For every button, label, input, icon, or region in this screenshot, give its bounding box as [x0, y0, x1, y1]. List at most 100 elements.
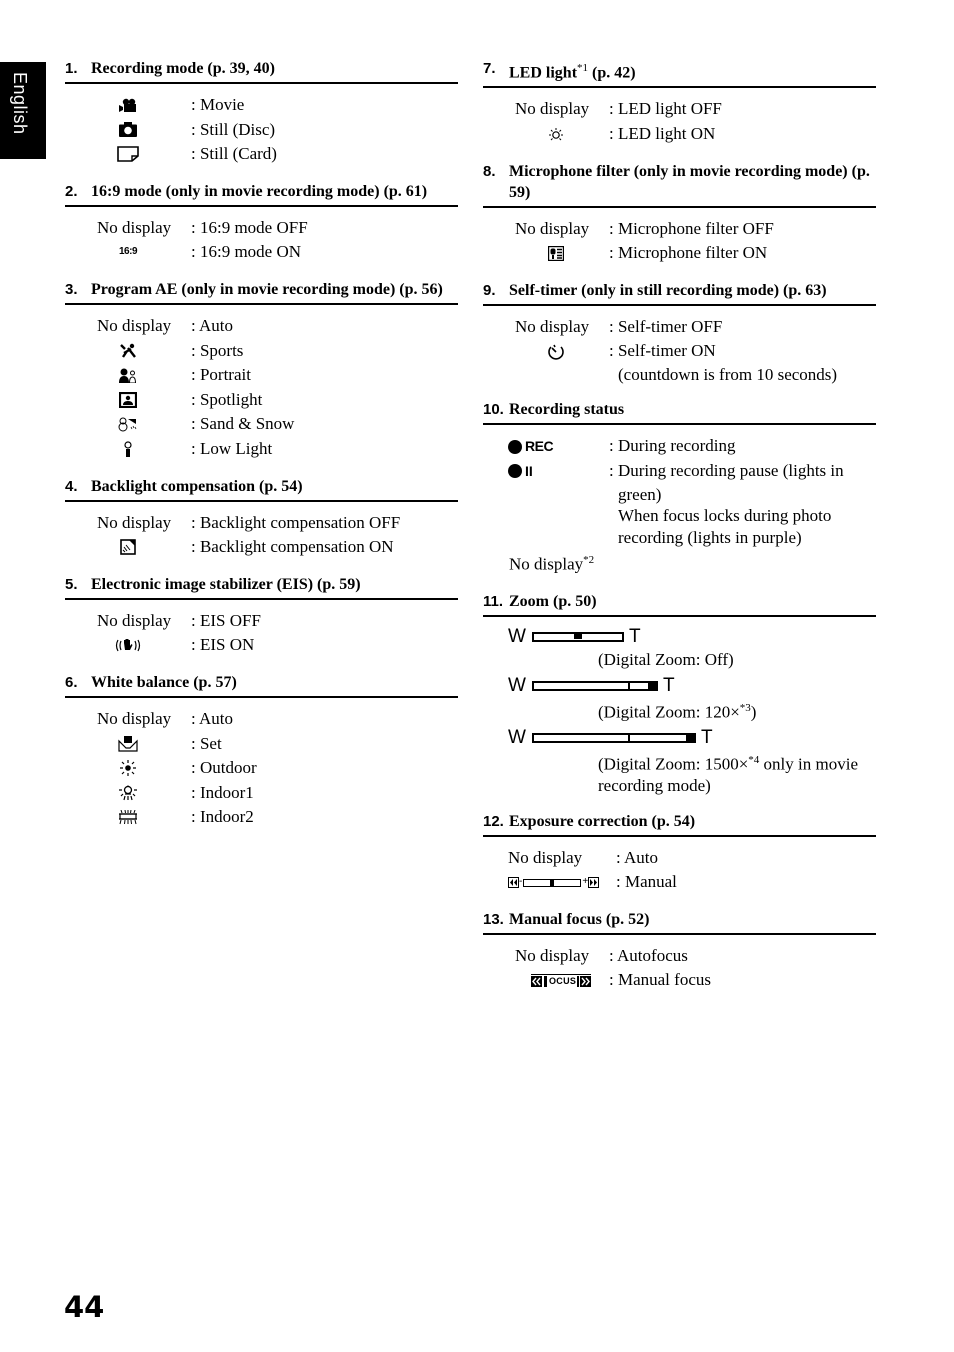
list-item: 16:9: 16:9 mode ON	[65, 240, 458, 265]
list-item: : Indoor2	[65, 805, 458, 830]
language-label: English	[10, 72, 30, 135]
camera-icon	[119, 122, 137, 138]
section-eis: 5. Electronic image stabilizer (EIS) (p. …	[65, 574, 458, 658]
section-number: 6.	[65, 673, 78, 691]
zoom-position-marker	[648, 680, 656, 691]
sand-snow-icon	[118, 417, 137, 432]
rec-pause-icon: II	[508, 459, 533, 484]
fast-forward-icon	[588, 877, 600, 889]
section-number: 2.	[65, 182, 78, 200]
section-number: 5.	[65, 575, 78, 593]
section-title: Program AE (only in movie recording mode…	[91, 280, 443, 298]
list-item: : Sports	[65, 339, 458, 364]
list-item: No display: EIS OFF	[97, 610, 261, 630]
zoom-bar-icon	[532, 680, 658, 691]
language-tab: English	[0, 62, 46, 159]
portrait-icon	[119, 368, 137, 383]
section-title: 16:9 mode (only in movie recording mode)…	[91, 182, 428, 200]
section-self-timer: 9. Self-timer (only in still recording mo…	[483, 280, 876, 386]
list-item: No display: Backlight compensation OFF	[97, 512, 401, 532]
zoom-caption: (Digital Zoom: Off)	[598, 650, 734, 670]
section-number: 12.	[483, 812, 504, 830]
sports-icon	[120, 344, 136, 359]
section-title: Exposure correction (p. 54)	[509, 812, 696, 830]
list-item: : Movie	[65, 93, 458, 118]
section-title: Electronic image stabilizer (EIS) (p. 59…	[91, 575, 361, 593]
section-recording-status: 10. Recording status REC : During recordi…	[483, 399, 876, 577]
left-column: 1. Recording mode (p. 39, 40) : Movie : S…	[65, 58, 458, 844]
rec-icon: REC	[508, 434, 554, 459]
bulb-icon	[119, 784, 137, 801]
section-led-light: 7. LED light*1 (p. 42) No display: LED li…	[483, 58, 876, 147]
section-title: Zoom (p. 50)	[509, 593, 597, 611]
list-item: : Sand & Snow	[65, 412, 458, 437]
list-item: : LED light ON	[483, 122, 876, 147]
section-number: 7.	[483, 60, 496, 77]
focus-near-icon	[531, 975, 542, 987]
zoom-bar-icon	[532, 732, 696, 743]
zoom-bar-digital-1500x: WT	[508, 726, 713, 748]
section-title: LED light*1 (p. 42)	[509, 62, 636, 82]
page-number: 44	[64, 1290, 105, 1324]
section-manual-focus: 13. Manual focus (p. 52) No display: Auto…	[483, 909, 876, 993]
list-item: : Self-timer ON (countdown is from 10 sec…	[483, 339, 876, 385]
low-light-icon	[124, 441, 132, 458]
sun-icon	[120, 760, 136, 777]
section-program-ae: 3. Program AE (only in movie recording mo…	[65, 279, 458, 462]
zoom-caption: (Digital Zoom: 1500×*4 only in movie reco…	[598, 753, 858, 796]
list-item: : Microphone filter ON	[483, 241, 876, 266]
section-zoom: 11. Zoom (p. 50) WT (Digital Zoom: Off) W…	[483, 591, 876, 796]
section-title: Self-timer (only in still recording mode…	[509, 281, 827, 299]
section-white-balance: 6. White balance (p. 57) No display: Auto…	[65, 672, 458, 830]
exposure-level-marker	[550, 878, 555, 887]
list-item: : Portrait	[65, 363, 458, 388]
zoom-bar-digital-off: WT	[508, 626, 641, 648]
section-title: Manual focus (p. 52)	[509, 910, 650, 928]
list-item: No display: Auto	[508, 847, 659, 867]
list-item: : Backlight compensation ON	[65, 535, 458, 560]
list-item: : Outdoor	[65, 756, 458, 781]
list-item: - + : Manual	[483, 870, 876, 895]
section-number: 4.	[65, 477, 78, 495]
list-item: No display: Microphone filter OFF	[515, 218, 774, 238]
section-title: Microphone filter (only in movie recordi…	[509, 162, 870, 201]
wb-set-icon	[118, 735, 138, 752]
section-title: White balance (p. 57)	[91, 673, 237, 691]
section-recording-mode: 1. Recording mode (p. 39, 40) : Movie : S…	[65, 58, 458, 167]
section-16-9-mode: 2. 16:9 mode (only in movie recording mod…	[65, 181, 458, 265]
backlight-icon	[120, 539, 136, 556]
section-number: 8.	[483, 162, 496, 180]
list-item: No display*2	[509, 554, 595, 574]
zoom-position-marker	[574, 633, 582, 640]
section-number: 10.	[483, 401, 504, 419]
list-item: : Indoor1	[65, 781, 458, 806]
list-item: : Spotlight	[65, 388, 458, 413]
list-item: II : During recording pause (lights in gr…	[483, 459, 876, 548]
list-item: OCUS : Manual focus	[483, 968, 876, 993]
section-title: Backlight compensation (p. 54)	[91, 477, 303, 495]
self-timer-icon	[548, 344, 564, 360]
wide-16-9-icon: 16:9	[118, 246, 138, 258]
spotlight-icon	[119, 392, 137, 409]
section-number: 11.	[483, 593, 504, 611]
list-item: : Low Light	[65, 437, 458, 462]
list-item: No display: 16:9 mode OFF	[97, 217, 308, 237]
section-number: 13.	[483, 910, 504, 928]
section-title: Recording mode (p. 39, 40)	[91, 60, 275, 77]
section-backlight-compensation: 4. Backlight compensation (p. 54) No disp…	[65, 476, 458, 560]
list-item: No display: Auto	[97, 315, 234, 335]
list-item: REC : During recording	[483, 434, 876, 459]
card-icon	[117, 146, 139, 163]
exposure-bar-icon: - +	[508, 870, 600, 895]
mic-filter-icon	[548, 245, 564, 261]
list-item: No display: Self-timer OFF	[515, 316, 723, 336]
rewind-icon	[508, 877, 519, 889]
fluorescent-icon	[119, 809, 137, 824]
zoom-bar-icon	[532, 632, 624, 643]
eis-hand-icon	[115, 639, 141, 652]
led-light-icon	[549, 128, 563, 141]
section-number: 9.	[483, 281, 496, 299]
list-item: : Set	[65, 732, 458, 757]
section-microphone-filter: 8. Microphone filter (only in movie recor…	[483, 161, 876, 266]
zoom-bar-digital-120x: WT	[508, 674, 675, 696]
